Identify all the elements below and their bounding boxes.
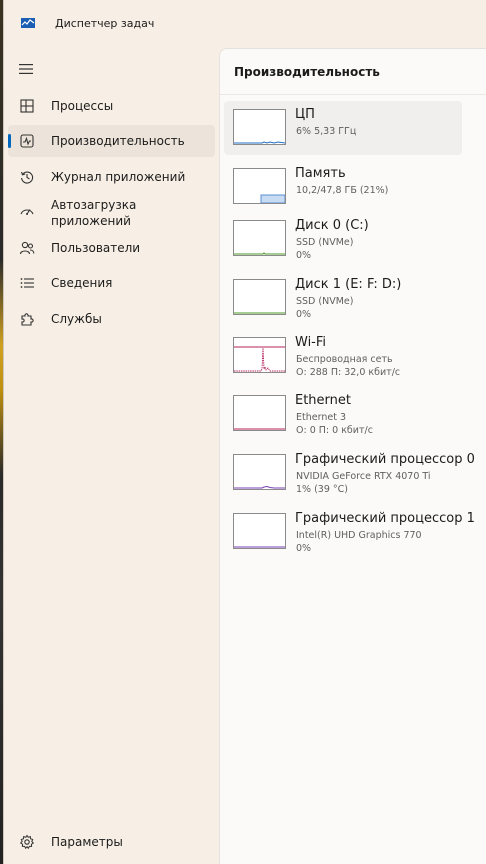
window-title: Диспетчер задач [55, 17, 155, 30]
header-divider [220, 94, 486, 95]
perf-item-gpu-1[interactable]: Графический процессор 1 Intel(R) UHD Gra… [224, 505, 475, 559]
title-bar[interactable]: Диспетчер задач [4, 0, 486, 48]
perf-item-subtitle: 10,2/47,8 ГБ (21%) [296, 185, 389, 196]
perf-item-throughput: О: 288 П: 32,0 кбит/с [296, 367, 401, 378]
nav-item-startup-apps[interactable]: Автозагрузка приложений [8, 193, 215, 233]
nav-item-performance[interactable]: Производительность [8, 125, 215, 157]
perf-item-wifi[interactable]: Wi-Fi Беспроводная сеть О: 288 П: 32,0 к… [224, 329, 462, 383]
nav-item-label-line2: приложений [51, 214, 131, 228]
startup-gauge-icon [19, 203, 35, 219]
nav-item-app-history[interactable]: Журнал приложений [8, 161, 215, 193]
perf-item-throughput: О: 0 П: 0 кбит/с [296, 425, 373, 436]
perf-item-subtitle: SSD (NVMe) [296, 237, 354, 248]
details-list-icon [19, 275, 35, 291]
nav-item-details[interactable]: Сведения [8, 267, 215, 299]
nav-item-label-line1: Автозагрузка [51, 198, 137, 212]
nav-item-label: Журнал приложений [51, 170, 186, 184]
nav-item-users[interactable]: Пользователи [8, 232, 215, 264]
perf-item-title: ЦП [295, 107, 315, 122]
perf-item-title: Ethernet [295, 393, 351, 408]
perf-item-title: Wi-Fi [295, 335, 327, 350]
cpu-mini-graph [233, 109, 286, 145]
gpu-1-mini-graph [233, 513, 286, 549]
wifi-mini-graph [233, 337, 286, 373]
perf-item-title: Диск 0 (C:) [295, 218, 369, 233]
history-clock-icon [19, 169, 35, 185]
perf-item-subtitle: SSD (NVMe) [296, 296, 354, 307]
task-manager-window: Диспетчер задач Процессы Производительно… [3, 0, 486, 864]
perf-item-title: Графический процессор 0 [295, 452, 475, 467]
memory-mini-graph [233, 168, 286, 204]
gear-icon [19, 834, 35, 850]
perf-item-subtitle: 6% 5,33 ГГц [296, 126, 357, 137]
selection-indicator [8, 134, 11, 148]
nav-item-label: Сведения [51, 276, 113, 290]
perf-item-subtitle: Ethernet 3 [296, 412, 346, 423]
performance-panel: Производительность ЦП 6% 5,33 ГГц Память… [219, 48, 486, 864]
disk-0-mini-graph [233, 220, 286, 256]
perf-item-disk-0[interactable]: Диск 0 (C:) SSD (NVMe) 0% [224, 212, 462, 266]
ethernet-mini-graph [233, 395, 286, 431]
perf-item-usage: 0% [296, 309, 312, 320]
services-puzzle-icon [19, 311, 35, 327]
nav-item-label: Процессы [51, 99, 114, 113]
page-title: Производительность [234, 65, 380, 79]
perf-item-usage: 1% (39 °C) [296, 484, 348, 495]
perf-item-cpu[interactable]: ЦП 6% 5,33 ГГц [224, 101, 462, 155]
nav-item-services[interactable]: Службы [8, 303, 215, 335]
perf-item-usage: 0% [296, 543, 312, 554]
disk-1-mini-graph [233, 279, 286, 315]
nav-item-label: Пользователи [51, 241, 141, 255]
perf-item-subtitle: Intel(R) UHD Graphics 770 [296, 530, 422, 541]
nav-item-label: Производительность [51, 134, 185, 148]
hamburger-menu-icon[interactable] [19, 63, 33, 75]
nav-item-settings[interactable]: Параметры [8, 826, 215, 858]
users-icon [19, 240, 35, 256]
navigation-pane: Процессы Производительность Журнал прило [4, 48, 219, 864]
perf-item-disk-1[interactable]: Диск 1 (E: F: D:) SSD (NVMe) 0% [224, 271, 462, 325]
nav-item-label: Параметры [51, 835, 123, 849]
perf-item-usage: 0% [296, 250, 312, 261]
nav-item-label: Службы [51, 312, 102, 326]
perf-item-title: Графический процессор 1 [295, 511, 475, 526]
perf-item-subtitle: Беспроводная сеть [296, 354, 393, 365]
perf-item-subtitle: NVIDIA GeForce RTX 4070 Ti [296, 471, 431, 482]
performance-chart-icon [19, 133, 35, 149]
processes-grid-icon [19, 98, 35, 114]
perf-item-gpu-0[interactable]: Графический процессор 0 NVIDIA GeForce R… [224, 446, 475, 500]
perf-item-ethernet[interactable]: Ethernet Ethernet 3 О: 0 П: 0 кбит/с [224, 387, 462, 441]
perf-item-title: Память [295, 166, 346, 181]
perf-item-title: Диск 1 (E: F: D:) [295, 277, 402, 292]
task-manager-icon [21, 18, 35, 28]
perf-item-memory[interactable]: Память 10,2/47,8 ГБ (21%) [224, 160, 462, 214]
nav-item-processes[interactable]: Процессы [8, 90, 215, 122]
gpu-0-mini-graph [233, 454, 286, 490]
